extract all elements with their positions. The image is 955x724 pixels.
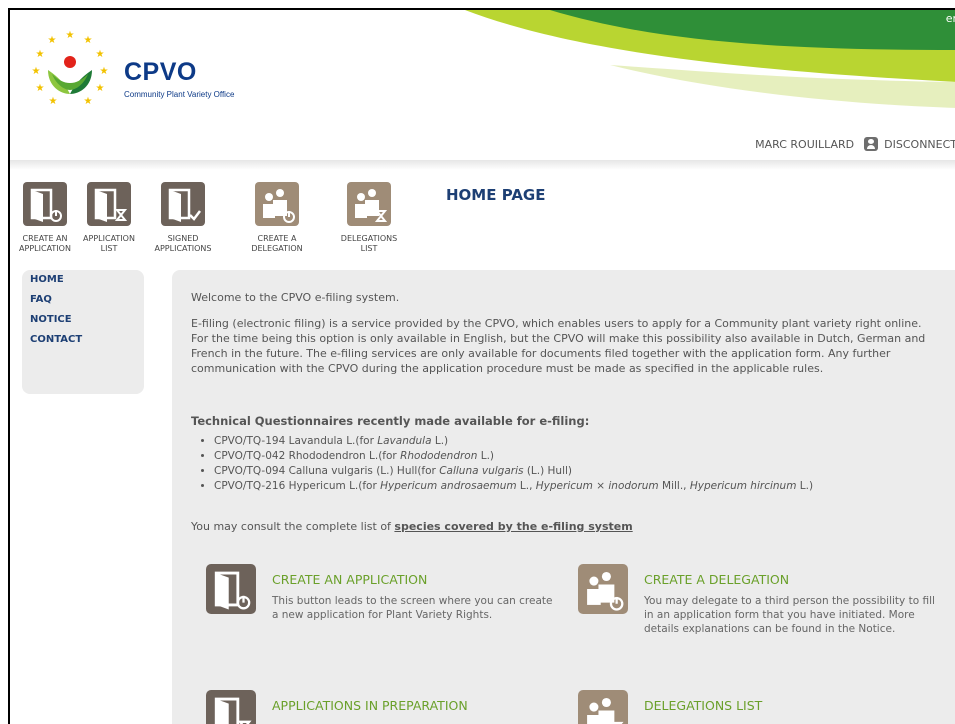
tq-rest: L.) xyxy=(477,450,495,462)
svg-text:★: ★ xyxy=(36,83,45,94)
toolbar-signed-applications[interactable]: SIGNED APPLICATIONS xyxy=(148,182,218,254)
main-content: Welcome to the CPVO e-filing system. E-f… xyxy=(172,270,955,724)
tq-species: Hypericum hircinum xyxy=(689,480,797,492)
toolbar-create-application[interactable]: CREATE AN APPLICATION xyxy=(10,182,80,254)
header-divider xyxy=(10,160,955,170)
tq-species: Calluna vulgaris xyxy=(439,465,524,477)
user-icon xyxy=(864,137,879,151)
nav-contact[interactable]: CONTACT xyxy=(22,330,144,350)
delegations-list-feature-icon xyxy=(578,690,628,724)
tq-for: (for xyxy=(417,465,440,477)
svg-text:★: ★ xyxy=(100,66,109,77)
feature-applications-in-preparation[interactable]: APPLICATIONS IN PREPARATION xyxy=(206,690,566,724)
tq-for: (for xyxy=(378,450,401,462)
tq-species: Lavandula xyxy=(377,435,432,447)
tq-code: CPVO/TQ-194 Lavandula L. xyxy=(214,435,356,447)
tq-code: CPVO/TQ-042 Rhododendron L. xyxy=(214,450,379,462)
tq-code: CPVO/TQ-216 Hypericum L. xyxy=(214,480,359,492)
tool-label-3b: APPLICATIONS xyxy=(154,244,212,253)
tool-label-3a: SIGNED xyxy=(167,234,199,243)
feature-description: You may delegate to a third person the p… xyxy=(644,595,935,635)
feature-title[interactable]: CREATE A DELEGATION xyxy=(644,572,789,587)
user-bar: MARC ROUILLARD DISCONNECT xyxy=(755,134,955,154)
tool-label-4a: CREATE A xyxy=(257,234,297,243)
tq-for: (for xyxy=(355,435,378,447)
consult-text: You may consult the complete list of spe… xyxy=(191,520,633,533)
intro-text: E-filing (electronic filing) is a servic… xyxy=(191,317,926,375)
feature-delegations-list[interactable]: DELEGATIONS LIST xyxy=(578,690,948,724)
svg-text:★: ★ xyxy=(48,35,57,46)
applications-in-preparation-icon xyxy=(206,690,256,724)
feature-title[interactable]: DELEGATIONS LIST xyxy=(644,698,762,713)
feature-create-application[interactable]: CREATE AN APPLICATION This button leads … xyxy=(206,564,566,654)
tool-label-4b: DELEGATION xyxy=(251,244,303,253)
svg-text:★: ★ xyxy=(96,83,105,94)
species-list-link[interactable]: species covered by the e-filing system xyxy=(394,520,632,533)
create-delegation-feature-icon xyxy=(578,564,628,614)
svg-text:★: ★ xyxy=(96,49,105,60)
application-list-icon xyxy=(87,182,131,226)
create-application-icon xyxy=(23,182,67,226)
nav-notice[interactable]: NOTICE xyxy=(22,310,144,330)
cpvo-logo: ★ ★ ★ ★ ★ ★ ★ ★ ★ ★ ★ xyxy=(32,30,109,107)
svg-text:★: ★ xyxy=(36,49,45,60)
tool-label-5b: LIST xyxy=(360,244,378,253)
tq-rest: L.) xyxy=(796,480,814,492)
tq-species: Hypericum × inodorum xyxy=(535,480,659,492)
tq-item: CPVO/TQ-194 Lavandula L.(for Lavandula L… xyxy=(214,434,813,449)
tq-rest: (L.) Hull) xyxy=(523,465,573,477)
brand-name: CPVO xyxy=(124,58,197,86)
tool-label-1b: APPLICATION xyxy=(19,244,71,253)
svg-text:★: ★ xyxy=(66,30,75,41)
feature-title[interactable]: CREATE AN APPLICATION xyxy=(272,572,427,587)
toolbar-create-delegation[interactable]: CREATE A DELEGATION xyxy=(242,182,312,254)
tq-item: CPVO/TQ-042 Rhododendron L.(for Rhododen… xyxy=(214,449,813,464)
language-selector[interactable]: er xyxy=(946,12,955,25)
svg-text:★: ★ xyxy=(49,96,58,107)
create-delegation-icon xyxy=(255,182,299,226)
tq-for: (for xyxy=(358,480,381,492)
disconnect-link[interactable]: DISCONNECT xyxy=(884,138,955,151)
toolbar-application-list[interactable]: APPLICATION LIST xyxy=(74,182,144,254)
tq-rest: Mill., xyxy=(658,480,690,492)
tq-code: CPVO/TQ-094 Calluna vulgaris (L.) Hull xyxy=(214,465,418,477)
svg-text:★: ★ xyxy=(84,35,93,46)
consult-prefix: You may consult the complete list of xyxy=(191,520,395,533)
tq-rest: L.) xyxy=(431,435,449,447)
tq-species: Rhododendron xyxy=(400,450,478,462)
tool-label-2b: LIST xyxy=(100,244,118,253)
tool-label-5a: DELEGATIONS xyxy=(340,234,398,243)
svg-text:★: ★ xyxy=(84,96,93,107)
nav-faq[interactable]: FAQ xyxy=(22,290,144,310)
browser-page: er ★ ★ ★ ★ ★ ★ ★ ★ ★ ★ ★ CPVO Community … xyxy=(8,8,955,724)
tq-list: CPVO/TQ-194 Lavandula L.(for Lavandula L… xyxy=(200,434,813,494)
create-application-feature-icon xyxy=(206,564,256,614)
tq-item: CPVO/TQ-216 Hypericum L.(for Hypericum a… xyxy=(214,479,813,494)
tq-species: Hypericum androsaemum xyxy=(380,480,517,492)
side-nav: HOME FAQ NOTICE CONTACT xyxy=(22,270,144,394)
feature-create-delegation[interactable]: CREATE A DELEGATION You may delegate to … xyxy=(578,564,948,674)
tool-label-2a: APPLICATION xyxy=(83,234,135,243)
tq-heading: Technical Questionnaires recently made a… xyxy=(191,414,590,428)
nav-home[interactable]: HOME xyxy=(22,270,144,290)
brand-subtitle: Community Plant Variety Office xyxy=(124,90,235,99)
delegations-list-icon xyxy=(347,182,391,226)
feature-title[interactable]: APPLICATIONS IN PREPARATION xyxy=(272,698,468,713)
tq-item: CPVO/TQ-094 Calluna vulgaris (L.) Hull(f… xyxy=(214,464,813,479)
tool-label-1a: CREATE AN xyxy=(22,234,68,243)
tq-rest: L., xyxy=(516,480,536,492)
header: er ★ ★ ★ ★ ★ ★ ★ ★ ★ ★ ★ CPVO Community … xyxy=(10,10,955,160)
welcome-text: Welcome to the CPVO e-filing system. xyxy=(191,291,400,304)
svg-text:★: ★ xyxy=(32,66,41,77)
page-title: HOME PAGE xyxy=(446,186,546,204)
signed-applications-icon xyxy=(161,182,205,226)
toolbar-delegations-list[interactable]: DELEGATIONS LIST xyxy=(334,182,404,254)
feature-description: This button leads to the screen where yo… xyxy=(272,595,553,621)
user-name: MARC ROUILLARD xyxy=(755,137,855,151)
